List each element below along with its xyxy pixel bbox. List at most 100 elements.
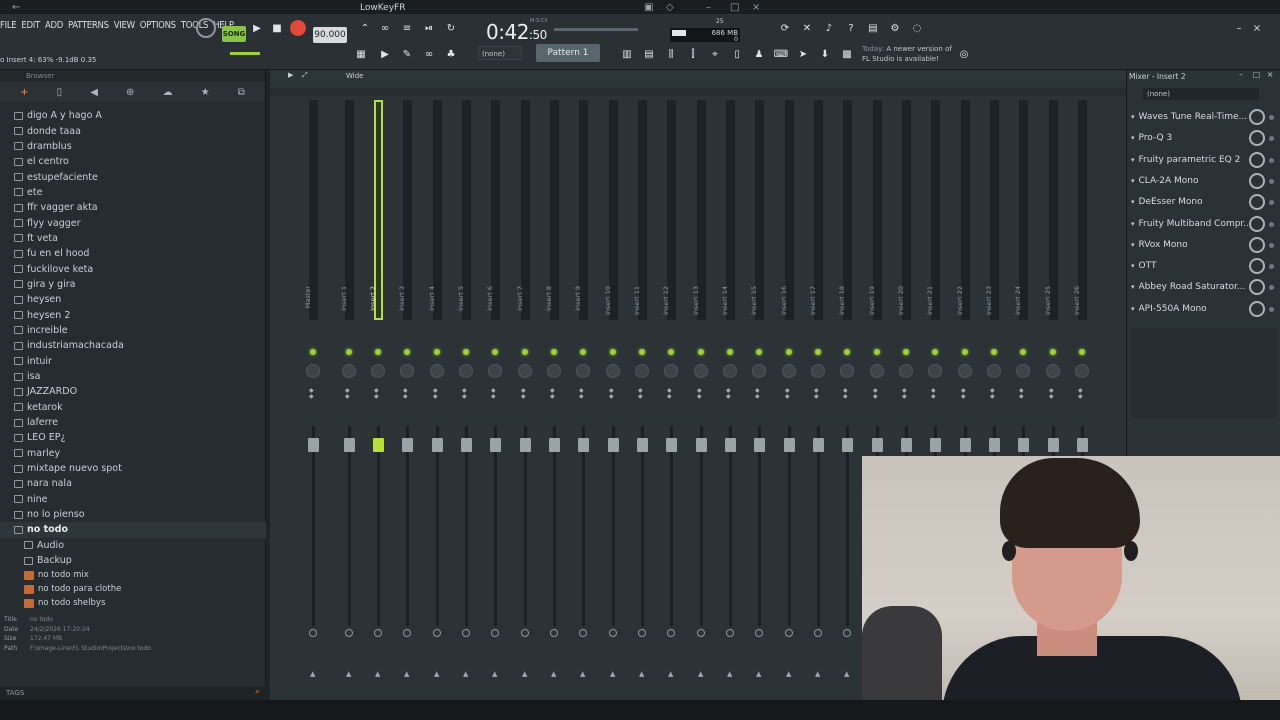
strip-stereo-icon[interactable]: ◆ ◆ xyxy=(726,388,731,400)
strip-stereo-icon[interactable]: ◆ ◆ xyxy=(1019,388,1024,400)
mixer-icon[interactable]: ⫼ xyxy=(662,46,680,64)
strip-volume-fader[interactable] xyxy=(754,438,765,452)
browser-subfolder[interactable]: Backup xyxy=(0,553,266,568)
strip-enable-led[interactable] xyxy=(463,349,469,355)
strip-route-button[interactable] xyxy=(521,629,529,637)
save-icon[interactable]: ▤ xyxy=(864,20,882,38)
browser-folder[interactable]: heysen 2 xyxy=(0,307,266,322)
insert-min-icon[interactable]: – xyxy=(1239,70,1243,79)
strip-stereo-icon[interactable]: ◆ ◆ xyxy=(931,388,936,400)
effect-enable-led[interactable] xyxy=(1269,178,1274,184)
strip-enable-led[interactable] xyxy=(756,349,762,355)
app-minimize-icon[interactable]: – xyxy=(1230,20,1248,38)
strip-volume-fader[interactable] xyxy=(989,438,1000,452)
strip-enable-led[interactable] xyxy=(310,349,316,355)
mixer-faders-icon[interactable]: ⫿ xyxy=(684,46,702,64)
strip-stereo-icon[interactable]: ◆ ◆ xyxy=(403,388,408,400)
loop-record-icon[interactable]: ∞ xyxy=(376,20,394,38)
mixer-strip[interactable]: Insert 12 ◆ ◆ ▲ xyxy=(658,96,685,694)
strip-volume-fader[interactable] xyxy=(842,438,853,452)
strip-send-arrow-icon[interactable]: ▲ xyxy=(580,670,585,678)
strip-stereo-icon[interactable]: ◆ ◆ xyxy=(309,388,314,400)
strip-send-arrow-icon[interactable]: ▲ xyxy=(844,670,849,678)
strip-enable-led[interactable] xyxy=(492,349,498,355)
browser-file[interactable]: no todo shelbys xyxy=(0,596,266,610)
slot-menu-icon[interactable]: ▾ xyxy=(1131,241,1135,249)
plugin-icon[interactable]: ⚙ xyxy=(886,20,904,38)
effect-enable-led[interactable] xyxy=(1269,221,1274,227)
browser-folder-open[interactable]: no todo xyxy=(0,522,266,538)
effect-mix-knob[interactable] xyxy=(1249,236,1265,253)
checkerboard-icon[interactable]: ▩ xyxy=(838,46,856,64)
strip-send-arrow-icon[interactable]: ▲ xyxy=(522,670,527,678)
strip-stereo-icon[interactable]: ◆ ◆ xyxy=(374,388,379,400)
news-link-icon[interactable]: ◎ xyxy=(955,46,973,64)
strip-stereo-icon[interactable]: ◆ ◆ xyxy=(521,388,526,400)
strip-volume-fader[interactable] xyxy=(1048,438,1059,452)
strip-route-button[interactable] xyxy=(374,629,382,637)
chat-icon[interactable]: ◌ xyxy=(908,20,926,38)
strip-volume-fader[interactable] xyxy=(373,438,384,452)
browser-folder[interactable]: heysen xyxy=(0,292,266,307)
browser-web-icon[interactable]: ⊕ xyxy=(126,87,134,98)
stop-icon[interactable]: ■ xyxy=(268,20,286,38)
effect-mix-knob[interactable] xyxy=(1249,215,1265,232)
strip-volume-fader[interactable] xyxy=(308,438,319,452)
strip-send-arrow-icon[interactable]: ▲ xyxy=(815,670,820,678)
strip-pan-knob[interactable] xyxy=(459,364,473,378)
app-close-icon[interactable]: × xyxy=(1248,20,1266,38)
minimize-icon[interactable]: – xyxy=(706,2,711,13)
effect-mix-knob[interactable] xyxy=(1249,258,1265,275)
record-button[interactable] xyxy=(290,20,306,36)
touch-keyboard-icon[interactable]: ⌨ xyxy=(772,46,790,64)
strip-stereo-icon[interactable]: ◆ ◆ xyxy=(697,388,702,400)
strip-volume-fader[interactable] xyxy=(930,438,941,452)
link-icon[interactable]: ∞ xyxy=(420,46,438,64)
mixer-strip[interactable]: Insert 5 ◆ ◆ ▲ xyxy=(453,96,480,694)
strip-pan-knob[interactable] xyxy=(664,364,678,378)
strip-pan-knob[interactable] xyxy=(606,364,620,378)
strip-route-button[interactable] xyxy=(550,629,558,637)
download-icon[interactable]: ⬇ xyxy=(816,46,834,64)
slot-menu-icon[interactable]: ▾ xyxy=(1131,134,1135,142)
strip-stereo-icon[interactable]: ◆ ◆ xyxy=(814,388,819,400)
step-seq-icon[interactable]: ▶ xyxy=(376,46,394,64)
strip-volume-fader[interactable] xyxy=(490,438,501,452)
browser-folder[interactable]: nara nala xyxy=(0,476,266,491)
effect-slot[interactable]: ▾ CLA-2A Mono xyxy=(1131,172,1277,190)
strip-pan-knob[interactable] xyxy=(635,364,649,378)
browser-folder[interactable]: ffr vagger akta xyxy=(0,200,266,215)
strip-route-button[interactable] xyxy=(403,629,411,637)
browser-folder[interactable]: ft veta xyxy=(0,231,266,246)
browser-folder[interactable]: estupefaciente xyxy=(0,169,266,184)
strip-pan-knob[interactable] xyxy=(752,364,766,378)
pattern-selector[interactable]: Pattern 1 xyxy=(536,44,600,62)
browser-folder[interactable]: JAZZARDO xyxy=(0,384,266,399)
strip-enable-led[interactable] xyxy=(639,349,645,355)
effect-enable-led[interactable] xyxy=(1269,264,1274,270)
strip-stereo-icon[interactable]: ◆ ◆ xyxy=(667,388,672,400)
slot-menu-icon[interactable]: ▾ xyxy=(1131,198,1135,206)
effect-slot[interactable]: ▾ DeEsser Mono xyxy=(1131,193,1277,211)
strip-volume-fader[interactable] xyxy=(696,438,707,452)
strip-enable-led[interactable] xyxy=(375,349,381,355)
tools-icon[interactable]: ✕ xyxy=(798,20,816,38)
strip-send-arrow-icon[interactable]: ▲ xyxy=(727,670,732,678)
browser-folder[interactable]: el centro xyxy=(0,154,266,169)
strip-pan-knob[interactable] xyxy=(987,364,1001,378)
browser-add-icon[interactable]: + xyxy=(20,87,28,98)
strip-volume-fader[interactable] xyxy=(666,438,677,452)
browser-icon[interactable]: ▯ xyxy=(728,46,746,64)
strip-volume-fader[interactable] xyxy=(432,438,443,452)
strip-enable-led[interactable] xyxy=(962,349,968,355)
mixer-strip[interactable]: Master ◆ ◆ ▲ xyxy=(300,96,327,694)
effect-mix-knob[interactable] xyxy=(1249,194,1265,211)
browser-folder[interactable]: ketarok xyxy=(0,400,266,415)
insert-preset-select[interactable]: (none) xyxy=(1143,88,1259,100)
slot-menu-icon[interactable]: ▾ xyxy=(1131,305,1135,313)
effect-slot[interactable]: ▾ OTT xyxy=(1131,257,1277,275)
strip-pan-knob[interactable] xyxy=(576,364,590,378)
snap-select[interactable]: (none) xyxy=(478,46,522,60)
strip-enable-led[interactable] xyxy=(1020,349,1026,355)
strip-enable-led[interactable] xyxy=(610,349,616,355)
